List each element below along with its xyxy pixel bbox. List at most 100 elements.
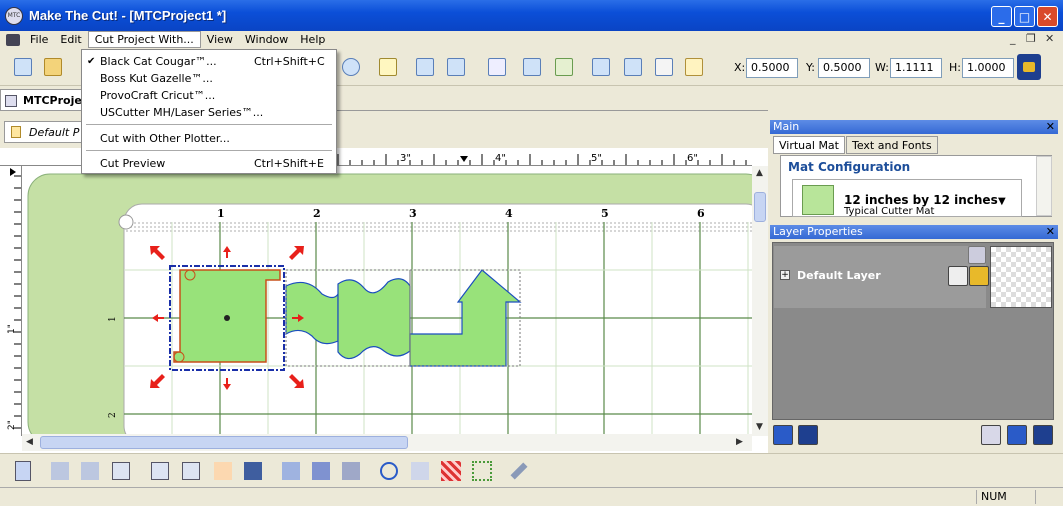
document-tab[interactable]: MTCProje (0, 89, 85, 111)
settings-button[interactable] (506, 458, 532, 484)
y-input[interactable]: 0.5000 (818, 58, 870, 78)
layer-lock-icon[interactable] (969, 266, 989, 286)
vertical-scrollbar[interactable]: ▲ ▼ (752, 166, 768, 436)
toggle-visibility-icon[interactable] (1007, 425, 1027, 445)
check-icon: ✔ (87, 55, 96, 67)
layer-name[interactable]: Default Layer (797, 269, 881, 282)
eye-visibility-icon[interactable] (948, 266, 968, 286)
scroll-down-icon[interactable]: ▼ (756, 422, 763, 432)
rotate-button[interactable] (108, 458, 134, 484)
import-scut-button[interactable] (681, 54, 707, 80)
menu-option-boss-kut-gazelle[interactable]: Boss Kut Gazelle™... (82, 70, 336, 86)
mdi-close-button[interactable]: ✕ (1045, 32, 1054, 45)
option-label: ProvoCraft Cricut™... (100, 88, 216, 102)
vertical-ruler: 1" 2" (0, 166, 22, 436)
mdi-minimize-button[interactable]: _ (1010, 32, 1016, 45)
pointer-tool-button[interactable] (10, 458, 36, 484)
menu-help[interactable]: Help (294, 32, 331, 47)
layer-grid-icon[interactable] (968, 246, 986, 264)
magnifier-icon (342, 58, 360, 76)
weld-button[interactable] (308, 458, 334, 484)
menu-option-provocraft-cricut[interactable]: ProvoCraft Cricut™... (82, 87, 336, 103)
option-label: Cut Preview (100, 156, 166, 170)
skew-button[interactable] (178, 458, 204, 484)
flip-horizontal-button[interactable] (47, 458, 73, 484)
h-label: H: (949, 61, 961, 74)
group-button[interactable] (338, 458, 364, 484)
nodes-icon (488, 58, 506, 76)
menu-option-other-plotter[interactable]: Cut with Other Plotter... (82, 130, 336, 146)
menu-cut-project-with[interactable]: Cut Project With... (87, 31, 201, 48)
menu-bar: File Edit Cut Project With... View Windo… (0, 31, 1063, 48)
tab-virtual-mat[interactable]: Virtual Mat (773, 136, 845, 154)
delete-layer-icon[interactable] (981, 425, 1001, 445)
x-input[interactable]: 0.5000 (746, 58, 798, 78)
node-edit-button[interactable] (376, 458, 402, 484)
selection-center[interactable] (224, 315, 230, 321)
add-layer-icon[interactable] (773, 425, 793, 445)
window-title: Make The Cut! - [MTCProject1 *] (29, 8, 227, 23)
w-input[interactable]: 1.1111 (890, 58, 942, 78)
flip-vertical-button[interactable] (77, 458, 103, 484)
scroll-right-icon[interactable]: ▶ (736, 437, 743, 447)
minimize-button[interactable]: _ (991, 6, 1012, 27)
new-sublayer-icon[interactable] (798, 425, 818, 445)
scroll-up-icon[interactable]: ▲ (756, 168, 763, 178)
menu-option-uscutter[interactable]: USCutter MH/Laser Series™... (82, 104, 336, 120)
ruler-label-5: 5" (591, 153, 602, 164)
mat-dropdown-chevron-icon[interactable]: ▼ (998, 196, 1006, 207)
layer-tab[interactable]: Default P (4, 121, 84, 143)
grid-array-button[interactable] (469, 458, 495, 484)
menu-window[interactable]: Window (239, 32, 294, 47)
center-button[interactable] (210, 458, 236, 484)
bottom-toolbar (0, 453, 1063, 485)
menu-option-cut-preview[interactable]: Cut Preview Ctrl+Shift+E (82, 155, 336, 171)
menu-separator (86, 150, 332, 151)
layer-expand-button[interactable]: + (780, 270, 790, 280)
offset-button[interactable] (407, 458, 433, 484)
workspace[interactable]: 3" 4" 5" 6" 1" 2" 1 2 3 4 5 6 1 2 ◀ ▶ ▲ … (0, 148, 768, 453)
menu-view[interactable]: View (201, 32, 239, 47)
tab-text-and-fonts[interactable]: Text and Fonts (845, 136, 938, 154)
mdi-restore-button[interactable]: ❐ (1026, 32, 1036, 45)
align-button[interactable] (147, 458, 173, 484)
new-project-button[interactable] (10, 54, 36, 80)
h-input[interactable]: 1.0000 (962, 58, 1014, 78)
pattern-fill-button[interactable] (438, 458, 464, 484)
menu-option-black-cat-cougar[interactable]: ✔ Black Cat Cougar™... Ctrl+Shift+C (82, 53, 336, 69)
shadow-button[interactable] (240, 458, 266, 484)
flip-v-icon (81, 462, 99, 480)
aspect-lock-button[interactable] (1017, 54, 1041, 80)
app-logo-icon[interactable]: MTC (5, 6, 23, 25)
distribute-button[interactable] (278, 458, 304, 484)
select-tool-button[interactable] (412, 54, 438, 80)
design-canvas[interactable]: 1 2 3 4 5 6 1 2 (22, 166, 752, 434)
check-button[interactable] (375, 54, 401, 80)
horizontal-scrollbar[interactable]: ◀ ▶ (22, 434, 752, 451)
document-icon[interactable] (6, 33, 20, 46)
import-pdf-button[interactable] (620, 54, 646, 80)
menu-file[interactable]: File (24, 32, 54, 47)
open-project-button[interactable] (40, 54, 66, 80)
mat-origin-marker (118, 214, 134, 230)
import-button[interactable] (588, 54, 614, 80)
main-panel-close-button[interactable]: ✕ (1046, 120, 1055, 134)
tif-icon (655, 58, 673, 76)
mat-scrollbar[interactable] (1036, 156, 1052, 216)
grid-button[interactable] (519, 54, 545, 80)
option-label: USCutter MH/Laser Series™... (100, 105, 264, 119)
shadow-icon (244, 462, 262, 480)
menu-edit[interactable]: Edit (54, 32, 87, 47)
maximize-button[interactable]: □ (1014, 6, 1035, 27)
zoom-select-button[interactable] (443, 54, 469, 80)
nodes-button[interactable] (484, 54, 510, 80)
import-tif-button[interactable] (651, 54, 677, 80)
close-button[interactable]: ✕ (1037, 6, 1058, 27)
shapes-button[interactable] (551, 54, 577, 80)
scroll-left-icon[interactable]: ◀ (26, 437, 33, 447)
lock-all-icon[interactable] (1033, 425, 1053, 445)
vertical-scroll-thumb[interactable] (754, 192, 766, 222)
layer-panel-close-button[interactable]: ✕ (1046, 225, 1055, 239)
horizontal-scroll-thumb[interactable] (40, 436, 408, 449)
zoom-button[interactable] (338, 54, 364, 80)
